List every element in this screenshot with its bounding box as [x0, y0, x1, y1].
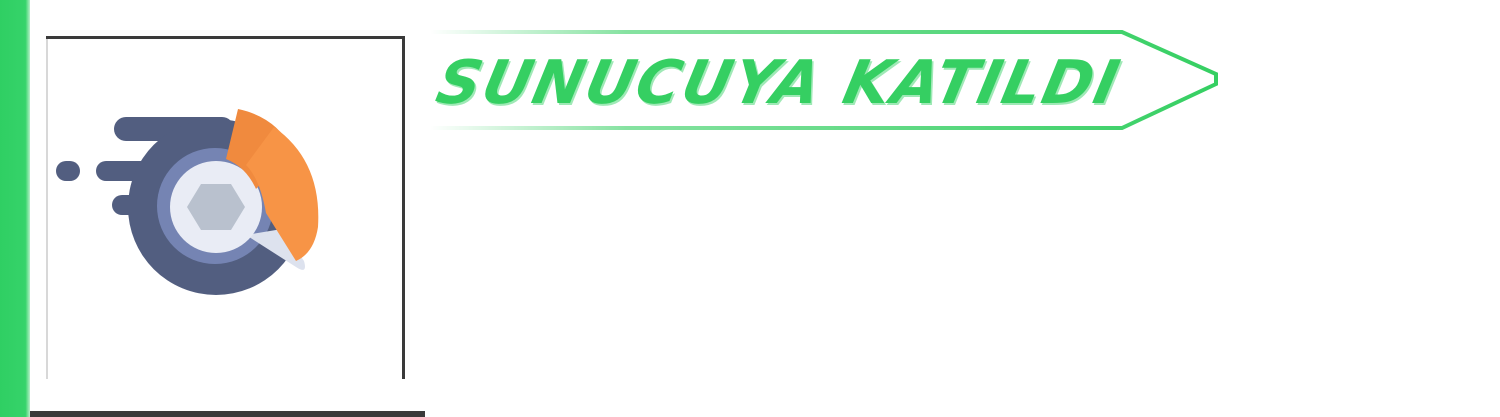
- bottom-strip: [30, 411, 425, 417]
- disk-magnifier-icon: [56, 109, 319, 295]
- banner-title: SUNUCUYA KATILDI: [430, 48, 1127, 118]
- accent-side-bar: [0, 0, 30, 417]
- avatar-frame: [46, 36, 405, 379]
- speed-line-dot: [56, 161, 80, 181]
